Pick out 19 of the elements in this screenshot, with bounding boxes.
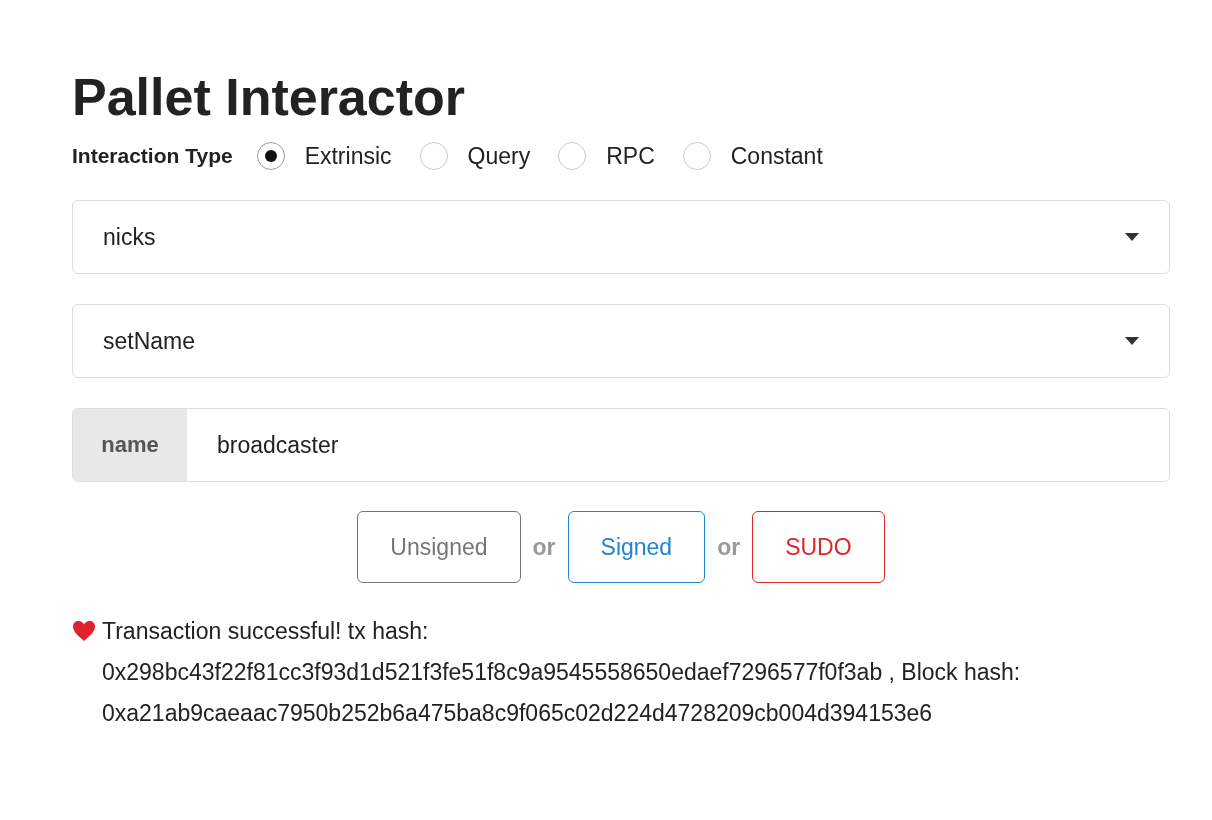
submit-button[interactable]: Signed (567, 511, 706, 584)
input-label: name (73, 409, 187, 482)
status-message: Transaction successful! tx hash: 0x298bc43f22f81cc3f93d1d521f3fe51f8c9a9545558650edaef7296577f0f3ab , Block hash: 0xa21ab9caeaac7950b252b6a475ba8c9f065c02d224d4728209cb004d394153e6 (102, 617, 1022, 729)
input-field[interactable]: name broadcaster (72, 408, 1170, 483)
radio-option[interactable]: Constant (682, 142, 823, 171)
radio-option[interactable]: Query (419, 142, 531, 171)
or-separator: or (531, 533, 557, 561)
or-separator: or (716, 533, 742, 561)
dropdown[interactable]: nicks (72, 200, 1170, 275)
dropdown[interactable]: setName (72, 304, 1170, 379)
heart-icon (72, 620, 96, 643)
caret-icon (1125, 337, 1139, 346)
caret-icon (1125, 233, 1139, 242)
radio-option[interactable]: RPC (558, 142, 655, 171)
field-label: Interaction Type (72, 144, 233, 169)
submit-button[interactable]: Unsigned (357, 511, 521, 584)
submit-button[interactable]: SUDO (752, 511, 885, 584)
radio-option[interactable]: Extrinsic (256, 142, 392, 171)
page-title: Pallet Interactor (72, 67, 466, 128)
